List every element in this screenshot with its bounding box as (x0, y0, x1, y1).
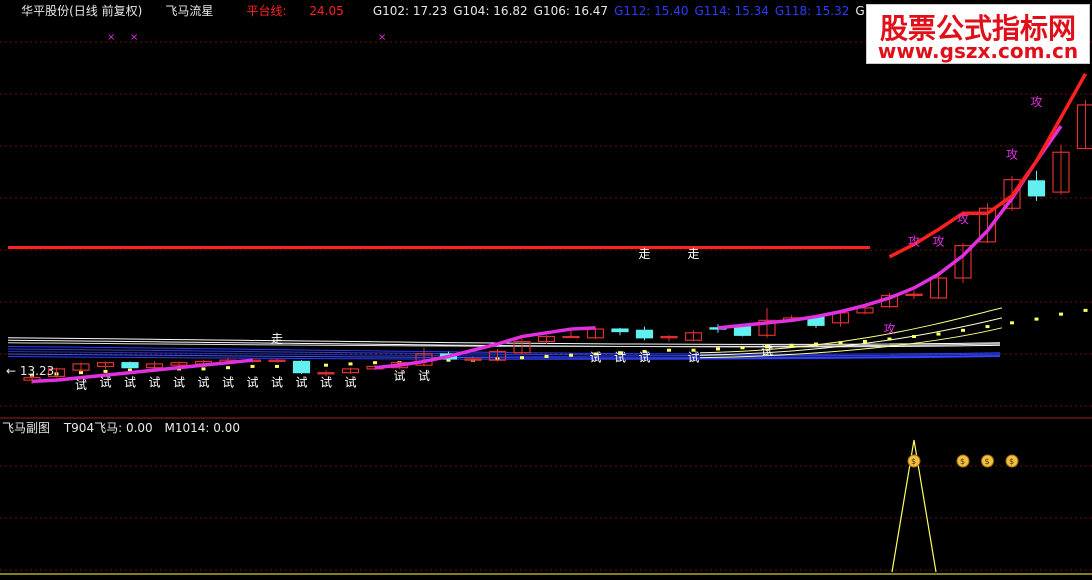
signal-marker: 试 (688, 349, 700, 364)
g-value: G106: 16.47 (534, 4, 608, 18)
watermark-line2: www.gszx.com.cn (877, 39, 1079, 63)
magenta-segment (374, 326, 596, 370)
yellow-dot (985, 325, 990, 329)
g-value: G102: 17.23 (373, 4, 447, 18)
yellow-dot (814, 342, 818, 346)
signal-marker: 试 (418, 368, 430, 383)
signal-marker: 试 (345, 374, 357, 389)
signal-marker: 试 (75, 377, 87, 392)
yellow-dot (520, 356, 524, 360)
signal-marker: 走 (688, 247, 700, 261)
candle-body (611, 328, 629, 333)
dollar-sign: $ (1009, 457, 1014, 466)
sub-item-label: M1014: (164, 421, 213, 435)
candle-body (1076, 104, 1092, 150)
stock-title: 华平股份(日线 前复权) (21, 3, 142, 18)
sub-chart: $ $ $ $ (0, 439, 1092, 575)
signal-markers: 试试试试试试试试试试试试试试试试试试试走走 走攻攻 攻攻攻攻 (75, 95, 1043, 392)
g-value: G112: 15.40 (614, 4, 688, 18)
indicator-name: 飞马流星 (165, 4, 213, 18)
yellow-dot (373, 361, 377, 365)
candle-body (1027, 180, 1046, 197)
yellow-dot (103, 369, 108, 373)
signal-marker: 试 (124, 374, 136, 389)
yellow-dot (838, 341, 843, 345)
g-value: G114: 15.34 (695, 4, 769, 18)
sub-item-value: 0.00 (213, 421, 240, 435)
yellow-dot (348, 362, 353, 366)
chart-canvas: 试试试试试试试试试试试试试试试试试试试走走 走攻攻 攻攻攻攻 $ $ $ $ × × × … (0, 3, 1092, 575)
yellow-dot (936, 332, 941, 336)
yellow-dot (1034, 317, 1039, 321)
yellow-dot (226, 366, 230, 370)
yellow-dot (275, 364, 279, 368)
yellow-dot (961, 328, 965, 332)
last-price-label: ← 13.23 (6, 364, 54, 378)
yellow-dot (544, 354, 549, 358)
dollar-sign: $ (960, 457, 965, 466)
grid (0, 41, 1092, 571)
signal-marker: 攻 (957, 212, 969, 226)
platform-value: 24.05 (309, 4, 343, 18)
candle-body (635, 329, 654, 339)
candle-body (292, 360, 311, 374)
x-mark: × (107, 32, 115, 43)
yellow-dot (1059, 312, 1063, 316)
signal-marker: 试 (149, 374, 161, 389)
signal-marker: 试 (320, 374, 332, 389)
signal-marker: 试 (761, 343, 773, 358)
sub-item-value: 0.00 (126, 421, 153, 435)
yellow-dot (789, 343, 794, 347)
yellow-dot (863, 340, 867, 344)
yellow-dot (79, 371, 83, 375)
yellow-dot (324, 363, 328, 367)
top-x-marks: × × × (107, 32, 386, 43)
dollar-sign: $ (985, 457, 990, 466)
g-value: G104: 16.82 (453, 4, 527, 18)
yellow-dot (1083, 308, 1088, 312)
platform-label: 平台线: (246, 3, 290, 18)
signal-marker: 攻 (933, 235, 945, 249)
signal-marker: 试 (198, 374, 210, 389)
yellow-dot (740, 346, 745, 350)
signal-marker: 攻 (1006, 147, 1018, 161)
yellow-dot (201, 367, 206, 371)
sub-title: 飞马副图 (2, 421, 50, 435)
yellow-dot (569, 353, 573, 357)
yellow-dot (887, 337, 892, 341)
signal-marker: 攻 (908, 235, 920, 249)
signal-marker: 走 (639, 247, 651, 261)
signal-marker: 试 (247, 374, 259, 389)
candle-body (562, 335, 580, 339)
signal-marker: 试 (173, 374, 185, 389)
yellow-dot (1010, 321, 1014, 325)
signal-marker: 试 (100, 374, 112, 389)
watermark: 股票公式指标网 www.gszx.com.cn (866, 4, 1090, 64)
signal-marker: 攻 (884, 322, 896, 336)
signal-marker: 走 (271, 332, 283, 346)
candle-body (121, 362, 139, 369)
signal-marker: 试 (614, 349, 626, 364)
g-value: G118: 15.32 (775, 4, 849, 18)
sub-header: 飞马副图 T904飞马: 0.00 M1014: 0.00 (2, 421, 240, 435)
signal-marker: 试 (394, 368, 406, 383)
yellow-dot (250, 364, 255, 368)
x-mark: × (378, 32, 386, 43)
signal-marker: 攻 (1031, 95, 1043, 109)
x-mark: × (130, 32, 138, 43)
signal-marker: 试 (590, 349, 602, 364)
dollar-sign: $ (911, 457, 916, 466)
sub-item-label: T904飞马: (63, 421, 126, 435)
signal-marker: 试 (271, 374, 283, 389)
signal-marker: 试 (639, 349, 651, 364)
yellow-dot (716, 347, 720, 351)
yellow-dot (912, 335, 916, 339)
signal-marker: 试 (222, 374, 234, 389)
yellow-dot (667, 348, 671, 352)
signal-marker: 试 (296, 374, 308, 389)
